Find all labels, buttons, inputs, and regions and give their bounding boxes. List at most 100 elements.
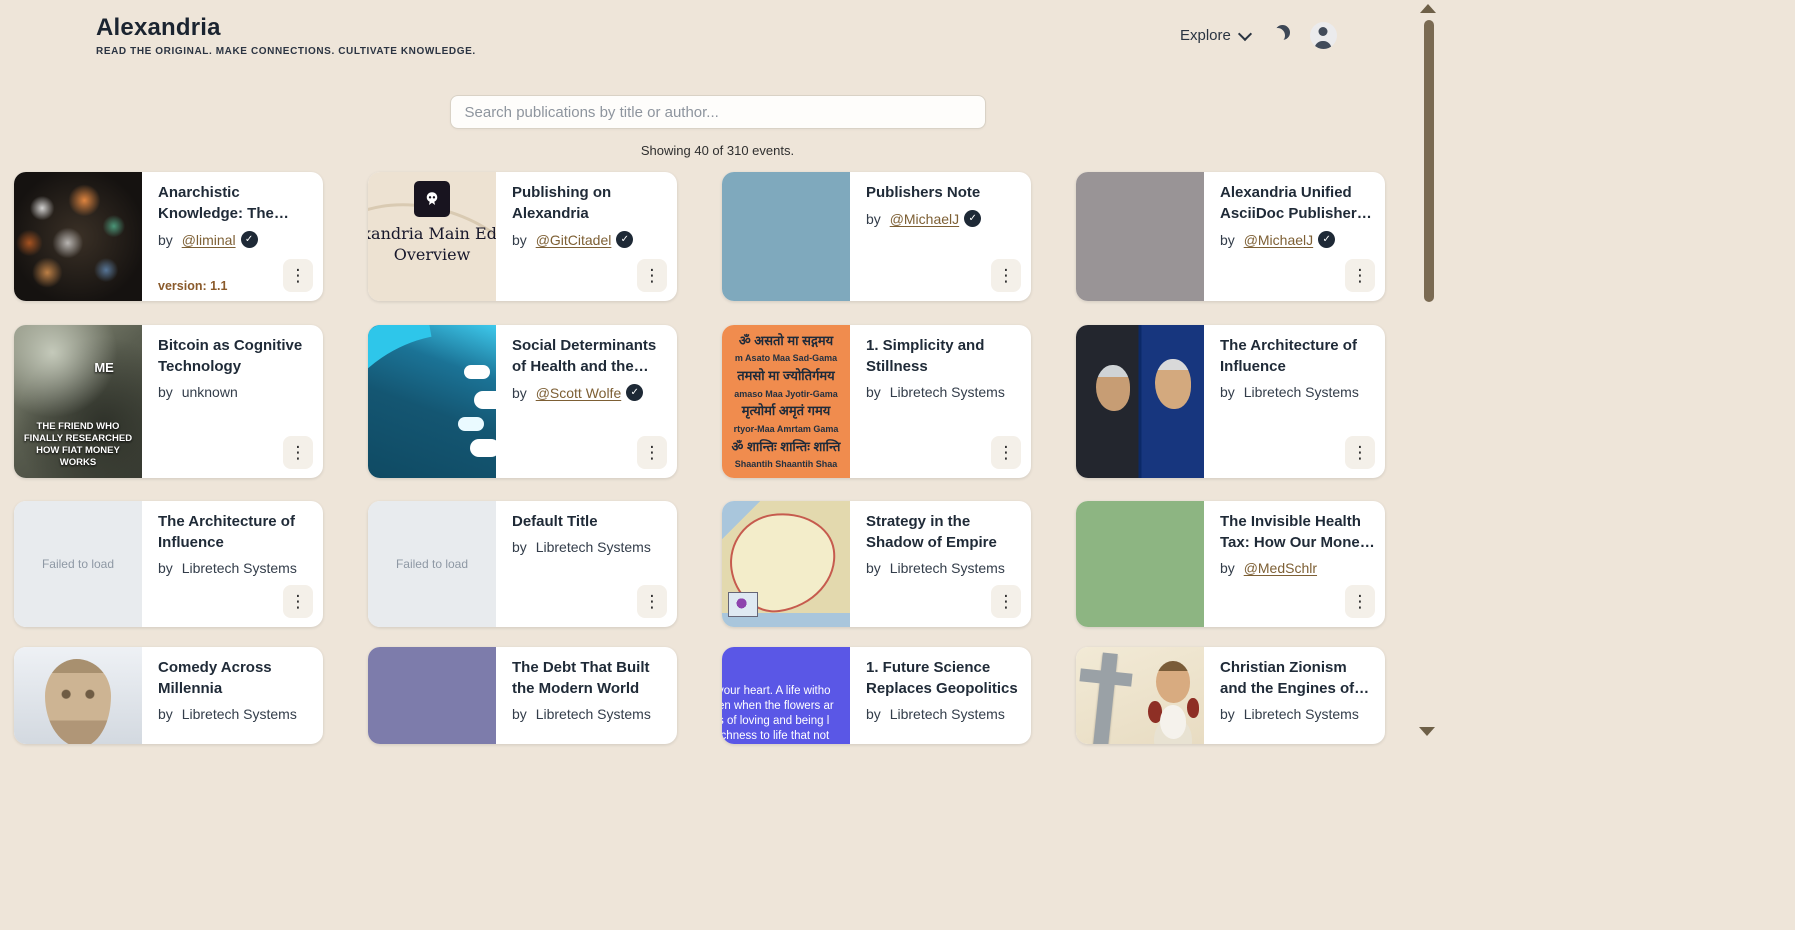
publication-card[interactable]: xandria Main EdiOverview Publishing on A… — [368, 172, 677, 301]
kebab-menu-icon: ⋮ — [290, 592, 307, 612]
author-by-label: by — [1220, 232, 1239, 248]
author-name: Libretech Systems — [182, 706, 297, 722]
author-row: by unknown — [158, 384, 313, 400]
card-menu-button[interactable]: ⋮ — [991, 436, 1021, 469]
publication-thumbnail: METHE FRIEND WHO FINALLY RESEARCHED HOW … — [14, 325, 142, 478]
explore-label: Explore — [1180, 27, 1231, 44]
scrollbar-thumb[interactable] — [1424, 20, 1434, 302]
verified-badge-icon: ✓ — [964, 210, 981, 227]
card-menu-button[interactable]: ⋮ — [991, 259, 1021, 292]
thumbnail-quote-text: your heart. A life withoen when the flow… — [722, 684, 834, 744]
card-content: Alexandria Unified AsciiDoc Publisher… b… — [1204, 172, 1385, 301]
publication-card[interactable]: METHE FRIEND WHO FINALLY RESEARCHED HOW … — [14, 325, 323, 478]
sanskrit-text-line: m Asato Maa Sad-Gama — [735, 353, 837, 363]
card-content: The Invisible Health Tax: How Our Mone… … — [1204, 501, 1385, 627]
publication-thumbnail — [722, 501, 850, 627]
card-menu-button[interactable]: ⋮ — [283, 436, 313, 469]
author-link[interactable]: @MichaelJ — [890, 211, 959, 227]
app-header: Alexandria READ THE ORIGINAL. MAKE CONNE… — [96, 14, 476, 57]
card-menu-button[interactable]: ⋮ — [283, 585, 313, 618]
author-by-label: by — [1220, 560, 1239, 576]
publication-thumbnail — [368, 647, 496, 744]
publication-card[interactable]: The Invisible Health Tax: How Our Mone… … — [1076, 501, 1385, 627]
card-menu-button[interactable]: ⋮ — [283, 259, 313, 292]
publication-title: Alexandria Unified AsciiDoc Publisher… — [1220, 182, 1375, 224]
kebab-menu-icon: ⋮ — [644, 266, 661, 286]
chevron-down-icon — [1238, 26, 1252, 40]
author-row: by Libretech Systems — [866, 384, 1021, 400]
publication-card[interactable]: Strategy in the Shadow of Empire by Libr… — [722, 501, 1031, 627]
card-content: Bitcoin as Cognitive Technology by unkno… — [142, 325, 323, 478]
publication-card[interactable]: Social Determinants of Health and the… b… — [368, 325, 677, 478]
quote-line: your heart. A life witho — [722, 684, 834, 699]
publication-card[interactable]: Anarchistic Knowledge: The Art… by @limi… — [14, 172, 323, 301]
publication-title: Comedy Across Millennia — [158, 657, 313, 699]
publication-card[interactable]: ॐ असतो मा सद्गमयm Asato Maa Sad-Gamaतमसो… — [722, 325, 1031, 478]
card-menu-button[interactable]: ⋮ — [637, 436, 667, 469]
card-menu-button[interactable]: ⋮ — [991, 585, 1021, 618]
card-content: The Architecture of Influence by Librete… — [142, 501, 323, 627]
publication-card[interactable]: Failed to load The Architecture of Influ… — [14, 501, 323, 627]
theme-toggle-button[interactable] — [1268, 24, 1292, 48]
publication-title: Default Title — [512, 511, 667, 532]
author-row: by @MichaelJ✓ — [1220, 231, 1375, 248]
thumbnail-text-line: xandria Main Edi — [368, 223, 496, 244]
author-by-label: by — [1220, 384, 1239, 400]
publication-card[interactable]: Comedy Across Millennia by Libretech Sys… — [14, 647, 323, 744]
publication-card[interactable]: your heart. A life withoen when the flow… — [722, 647, 1031, 744]
author-row: by Libretech Systems — [1220, 384, 1375, 400]
author-row: by @GitCitadel✓ — [512, 231, 667, 248]
author-link[interactable]: @liminal — [182, 232, 236, 248]
author-name: Libretech Systems — [890, 384, 1005, 400]
search-input[interactable] — [450, 95, 986, 129]
scrollbar-down-button[interactable] — [1419, 727, 1435, 736]
card-menu-button[interactable]: ⋮ — [1345, 436, 1375, 469]
scrollbar-up-button[interactable] — [1420, 4, 1436, 13]
author-row: by @Scott Wolfe✓ — [512, 384, 667, 401]
publication-card[interactable]: Publishers Note by @MichaelJ✓ ⋮ — [722, 172, 1031, 301]
author-name: Libretech Systems — [1244, 384, 1359, 400]
version-label: version: 1.1 — [158, 279, 227, 293]
card-content: Publishing on Alexandria by @GitCitadel✓… — [496, 172, 677, 301]
author-link[interactable]: @MichaelJ — [1244, 232, 1313, 248]
author-name: Libretech Systems — [890, 560, 1005, 576]
results-count: Showing 40 of 310 events. — [0, 143, 1435, 158]
author-link[interactable]: @GitCitadel — [536, 232, 612, 248]
publication-thumbnail: xandria Main EdiOverview — [368, 172, 496, 301]
sanskrit-text-line: Shaantih Shaantih Shaa — [735, 459, 838, 469]
card-content: Default Title by Libretech Systems ⋮ — [496, 501, 677, 627]
author-by-label: by — [866, 706, 885, 722]
card-menu-button[interactable]: ⋮ — [1345, 259, 1375, 292]
author-by-label: by — [866, 560, 885, 576]
publication-card[interactable]: The Architecture of Influence by Librete… — [1076, 325, 1385, 478]
card-menu-button[interactable]: ⋮ — [637, 259, 667, 292]
publication-thumbnail — [14, 172, 142, 301]
kebab-menu-icon: ⋮ — [644, 443, 661, 463]
card-menu-button[interactable]: ⋮ — [637, 585, 667, 618]
kebab-menu-icon: ⋮ — [998, 266, 1015, 286]
publication-card[interactable]: Failed to load Default Title by Libretec… — [368, 501, 677, 627]
card-content: Publishers Note by @MichaelJ✓ ⋮ — [850, 172, 1031, 301]
author-row: by Libretech Systems — [866, 706, 1021, 722]
alexandria-logo-icon — [414, 181, 450, 217]
author-link[interactable]: @MedSchlr — [1244, 560, 1317, 576]
sanskrit-text-line: amaso Maa Jyotir-Gama — [734, 389, 838, 399]
thumbnail-error-text: Failed to load — [396, 557, 468, 571]
author-link[interactable]: @Scott Wolfe — [536, 385, 622, 401]
search-row — [0, 95, 1435, 129]
publication-card[interactable]: Christian Zionism and the Engines of… by… — [1076, 647, 1385, 744]
explore-menu-button[interactable]: Explore — [1180, 27, 1250, 44]
kebab-menu-icon: ⋮ — [644, 592, 661, 612]
verified-badge-icon: ✓ — [616, 231, 633, 248]
publication-card[interactable]: Alexandria Unified AsciiDoc Publisher… b… — [1076, 172, 1385, 301]
thumbnail-text-line: Overview — [368, 244, 496, 265]
profile-button[interactable] — [1310, 22, 1337, 49]
kebab-menu-icon: ⋮ — [290, 443, 307, 463]
author-row: by @MichaelJ ✓ — [866, 210, 1021, 227]
author-by-label: by — [866, 211, 885, 227]
author-name: Libretech Systems — [536, 539, 651, 555]
publication-card[interactable]: The Debt That Built the Modern World by … — [368, 647, 677, 744]
publication-title: The Architecture of Influence — [1220, 335, 1375, 377]
card-menu-button[interactable]: ⋮ — [1345, 585, 1375, 618]
author-row: by Libretech Systems — [158, 560, 313, 576]
